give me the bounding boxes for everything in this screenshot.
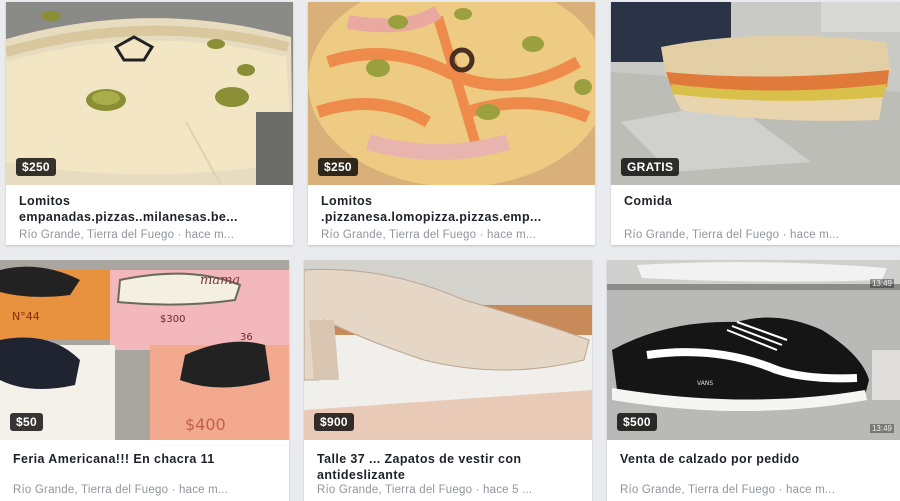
price-badge: $250 xyxy=(16,158,56,176)
listing-photo-shoes-boxes[interactable]: N°44 mama $300 36 $400 $50 xyxy=(0,260,289,440)
price-badge: $250 xyxy=(318,158,358,176)
price-badge: $500 xyxy=(617,413,657,431)
photo-timestamp-bottom: 13:49 xyxy=(869,424,894,433)
listing-photo-sneakers[interactable]: VANS 13:49 13:49 $500 xyxy=(607,260,900,440)
shoe-brand-text: VANS xyxy=(697,380,713,387)
box-price-text: $300 xyxy=(160,314,185,325)
listing-card-5[interactable]: $900 Talle 37 ... Zapatos de vestir con … xyxy=(304,260,592,501)
listing-location: Río Grande, Tierra del Fuego · hace 5 ..… xyxy=(317,484,533,496)
price-badge: $900 xyxy=(314,413,354,431)
photo-timestamp-top: 13:49 xyxy=(869,279,894,288)
listing-title[interactable]: Talle 37 ... Zapatos de vestir con antid… xyxy=(317,451,578,483)
listing-location: Río Grande, Tierra del Fuego · hace m... xyxy=(624,229,840,241)
listing-card-1[interactable]: $250 Lomitos empanadas.pizzas..milanesas… xyxy=(6,2,293,245)
listing-title[interactable]: Comida xyxy=(624,193,886,209)
price-badge: GRATIS xyxy=(621,158,680,176)
listing-title[interactable]: Feria Americana!!! En chacra 11 xyxy=(13,451,275,467)
listing-title[interactable]: Lomitos .pizzanesa.lomopizza.pizzas.emp.… xyxy=(321,193,581,225)
listing-location: Río Grande, Tierra del Fuego · hace m... xyxy=(620,484,836,496)
box-size-text: 36 xyxy=(240,332,253,343)
listing-card-2[interactable]: $250 Lomitos .pizzanesa.lomopizza.pizzas… xyxy=(308,2,595,245)
listing-card-3[interactable]: GRATIS Comida Río Grande, Tierra del Fue… xyxy=(611,2,900,245)
listing-photo-heel[interactable]: $900 xyxy=(304,260,592,440)
listing-photo-pizza[interactable]: $250 xyxy=(6,2,293,185)
listing-card-4[interactable]: N°44 mama $300 36 $400 $50 Feria America… xyxy=(0,260,289,501)
box-brand-text: mama xyxy=(200,273,240,288)
listing-location: Río Grande, Tierra del Fuego · hace m... xyxy=(13,484,229,496)
listing-card-6[interactable]: VANS 13:49 13:49 $500 Venta de calzado p… xyxy=(607,260,900,501)
box-price-2-text: $400 xyxy=(185,415,226,434)
box-label-text: N°44 xyxy=(12,310,40,323)
listing-location: Río Grande, Tierra del Fuego · hace m... xyxy=(19,229,235,241)
listing-location: Río Grande, Tierra del Fuego · hace m... xyxy=(321,229,537,241)
listing-photo-sandwich[interactable]: GRATIS xyxy=(611,2,900,185)
listing-title[interactable]: Venta de calzado por pedido xyxy=(620,451,886,467)
price-badge: $50 xyxy=(10,413,43,431)
listing-photo-pizza-ham[interactable]: $250 xyxy=(308,2,595,185)
listing-title[interactable]: Lomitos empanadas.pizzas..milanesas.be..… xyxy=(19,193,279,225)
